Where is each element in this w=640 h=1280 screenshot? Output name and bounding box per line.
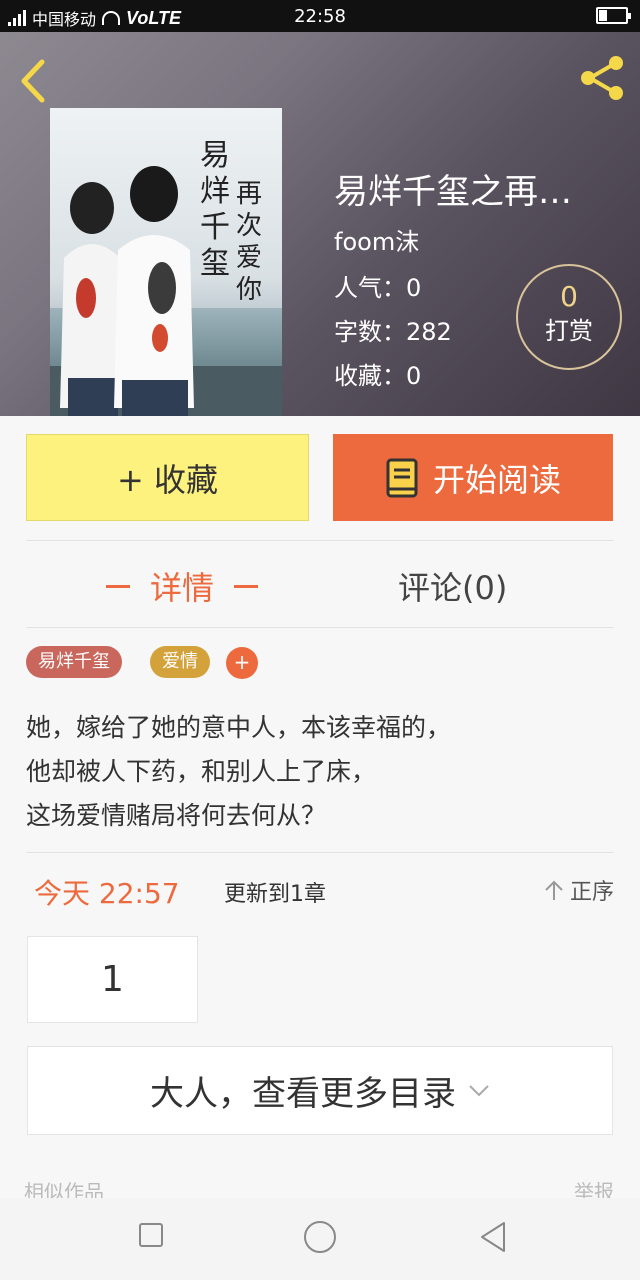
circle-icon xyxy=(304,1221,336,1253)
reward-button[interactable]: 0 打赏 xyxy=(516,264,622,370)
chevron-down-icon xyxy=(469,1084,489,1096)
update-date: 今天 22:57 xyxy=(34,877,180,910)
cover-title: 易烊千玺 xyxy=(200,138,230,281)
tab-comments[interactable]: 评论(0) xyxy=(398,560,507,612)
recent-apps-button[interactable] xyxy=(138,1222,164,1252)
status-time: 22:58 xyxy=(294,6,346,27)
view-more-catalog-label: 大人，查看更多目录 xyxy=(150,1074,456,1114)
tab-details-label: 详情 xyxy=(150,569,215,607)
similar-works-heading: 相似作品 xyxy=(24,1180,104,1198)
chapter-item[interactable]: 1 xyxy=(27,936,198,1023)
system-nav-bar xyxy=(0,1198,640,1280)
back-button[interactable] xyxy=(16,56,56,106)
battery-icon xyxy=(596,7,631,24)
book-popularity: 人气：0 xyxy=(334,274,422,302)
home-button[interactable] xyxy=(303,1220,337,1258)
book-author[interactable]: foom沫 xyxy=(334,222,419,257)
cover-subtitle: 再次爱你 xyxy=(236,179,263,305)
arrow-up-icon xyxy=(545,880,563,900)
sort-order-label: 正序 xyxy=(569,880,614,905)
triangle-back-icon xyxy=(481,1222,505,1252)
tag-chip[interactable]: 易烊千玺 xyxy=(26,646,122,678)
tab-indicator xyxy=(106,584,130,588)
tab-indicator xyxy=(234,584,259,588)
book-icon xyxy=(386,458,418,497)
square-icon xyxy=(139,1223,163,1247)
description-line: 这场爱情赌局将何去何从？ xyxy=(26,801,327,830)
start-reading-label: 开始阅读 xyxy=(432,460,561,499)
tag-chip[interactable]: 爱情 xyxy=(150,646,210,678)
book-word-count: 字数：282 xyxy=(334,318,452,346)
view-more-catalog-button[interactable]: 大人，查看更多目录 xyxy=(27,1046,613,1135)
back-nav-button[interactable] xyxy=(478,1220,508,1258)
divider xyxy=(26,540,614,541)
book-cover[interactable]: 易烊千玺 再次爱你 xyxy=(50,108,282,416)
update-text: 更新到1章 xyxy=(224,882,326,907)
sort-order-toggle[interactable]: 正序 xyxy=(544,874,614,906)
book-favorites: 收藏：0 xyxy=(334,362,422,390)
reward-count: 0 xyxy=(560,280,578,313)
book-header: 易烊千玺 再次爱你 易烊千玺之再… foom沫 人气：0 字数：282 收藏：0… xyxy=(0,32,640,416)
start-reading-button[interactable]: 开始阅读 xyxy=(333,434,613,521)
share-icon xyxy=(581,56,623,100)
book-title: 易烊千玺之再… xyxy=(334,172,572,212)
add-favorite-button[interactable]: + 收藏 xyxy=(26,434,309,521)
report-link[interactable]: 举报 xyxy=(574,1176,614,1198)
status-bar: 中国移动 VoLTE 22:58 xyxy=(0,0,640,32)
description-line: 她，嫁给了她的意中人，本该幸福的， xyxy=(26,713,452,742)
divider xyxy=(26,852,614,853)
chevron-left-icon xyxy=(21,59,45,103)
reward-label: 打赏 xyxy=(545,317,593,345)
tab-details[interactable]: 详情 xyxy=(86,560,278,612)
share-button[interactable] xyxy=(576,52,628,104)
divider xyxy=(26,627,614,628)
description-line: 他却被人下药，和别人上了床， xyxy=(26,757,377,786)
book-description: 她，嫁给了她的意中人，本该幸福的， 他却被人下药，和别人上了床， 这场爱情赌局将… xyxy=(26,706,616,838)
add-tag-button[interactable]: + xyxy=(226,647,258,679)
